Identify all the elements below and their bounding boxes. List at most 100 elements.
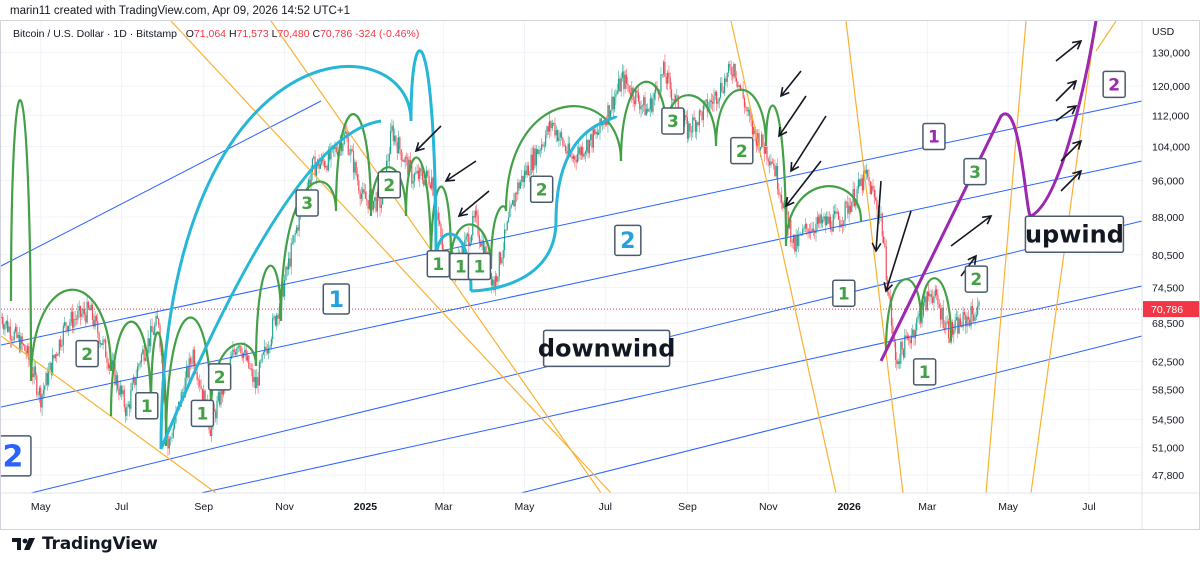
candle-body	[38, 387, 41, 395]
candle-body	[421, 171, 424, 180]
candle-body	[594, 129, 596, 135]
candle-body	[107, 362, 109, 369]
candle-body	[549, 121, 551, 132]
candle-body	[431, 177, 433, 189]
candle-body	[42, 390, 45, 395]
candle-body	[623, 71, 625, 89]
candle-body	[844, 201, 846, 221]
channel-line	[1, 100, 322, 267]
candle-body	[155, 315, 157, 326]
candle-body	[252, 369, 254, 382]
candle-body	[745, 107, 747, 108]
candle-body	[511, 200, 514, 205]
candle-body	[197, 379, 200, 381]
fan-line	[845, 21, 904, 493]
candle-body	[156, 315, 158, 319]
tradingview-logo[interactable]: TradingView	[12, 534, 158, 554]
candle-body	[937, 295, 939, 305]
candle-body	[595, 131, 597, 135]
candle-body	[860, 178, 862, 186]
candle-body	[97, 320, 99, 333]
candle-body	[49, 362, 51, 371]
candle-body	[590, 134, 592, 141]
wave-label: 2	[214, 368, 226, 388]
candle-body	[375, 197, 377, 212]
candle-body	[963, 312, 966, 315]
candle-body	[367, 200, 369, 209]
candle-body	[261, 354, 263, 362]
candle-body	[620, 77, 622, 92]
candle-body	[289, 258, 291, 267]
candle-body	[828, 216, 830, 224]
candle-body	[596, 131, 598, 135]
candle-body	[652, 98, 654, 112]
candle-body	[588, 140, 590, 154]
time-tick-label: Jul	[1082, 501, 1095, 513]
candle-body	[354, 162, 356, 173]
candle-body	[364, 192, 367, 199]
candle-body	[232, 349, 234, 356]
wave-label: 1	[455, 258, 467, 278]
candle-body	[701, 111, 703, 120]
candle-body	[888, 292, 890, 296]
candle-body	[912, 329, 914, 336]
high-label: H	[228, 28, 237, 40]
wave-label: 1	[838, 284, 850, 304]
price-tick-label: 80,500	[1152, 250, 1184, 262]
candle-body	[579, 147, 581, 156]
candle-body	[586, 139, 588, 152]
candle-body	[501, 258, 503, 264]
candle-body	[85, 314, 87, 323]
candle-body	[530, 154, 532, 175]
arrow-shaft	[1055, 40, 1082, 62]
candle-body	[859, 179, 861, 186]
candle-body	[102, 339, 104, 345]
candle-body	[32, 373, 34, 378]
candle-body	[750, 115, 752, 120]
candle-body	[291, 242, 294, 244]
time-tick-label: Sep	[678, 501, 697, 513]
candle-body	[256, 377, 258, 389]
price-tick-label: 112,000	[1152, 110, 1189, 122]
candle-body	[89, 307, 91, 311]
candle-body	[666, 72, 669, 84]
time-tick-label: 2026	[837, 501, 861, 513]
candle-body	[749, 109, 751, 116]
candle-body	[909, 340, 911, 344]
candle-body	[26, 346, 29, 354]
candle-body	[767, 159, 769, 162]
candle-body	[81, 313, 83, 317]
candle-body	[342, 143, 344, 152]
candle-body	[372, 200, 374, 210]
candle-body	[412, 181, 414, 184]
candle-body	[391, 125, 393, 131]
candle-body	[925, 296, 927, 310]
candle-body	[945, 322, 947, 329]
candle-body	[723, 78, 726, 93]
candle-body	[254, 377, 257, 389]
candle-body	[672, 99, 674, 101]
candle-body	[36, 375, 38, 395]
candle-body	[517, 182, 519, 195]
candle-body	[290, 243, 292, 267]
candle-body	[4, 324, 6, 330]
wave-label: 2	[620, 229, 635, 254]
candle-body	[563, 145, 565, 147]
candle-body	[774, 165, 776, 177]
wave-label: 1	[141, 397, 153, 417]
price-chart[interactable]: 221 123121 1 12232112312downwindupwind 47,8…	[1, 21, 1199, 529]
candle-body	[947, 321, 950, 339]
candle-body	[598, 132, 600, 135]
candle-body	[350, 149, 352, 155]
candle-body	[22, 343, 25, 345]
candle-body	[522, 175, 524, 183]
candle-body	[272, 318, 274, 340]
candle-body	[135, 377, 137, 386]
candle-body	[363, 189, 365, 193]
candle-body	[238, 345, 241, 347]
candle-body	[705, 99, 707, 102]
candle-body	[643, 97, 645, 106]
candle-body	[519, 182, 522, 189]
price-tick-label: 47,800	[1152, 470, 1184, 482]
candle-body	[397, 137, 400, 154]
